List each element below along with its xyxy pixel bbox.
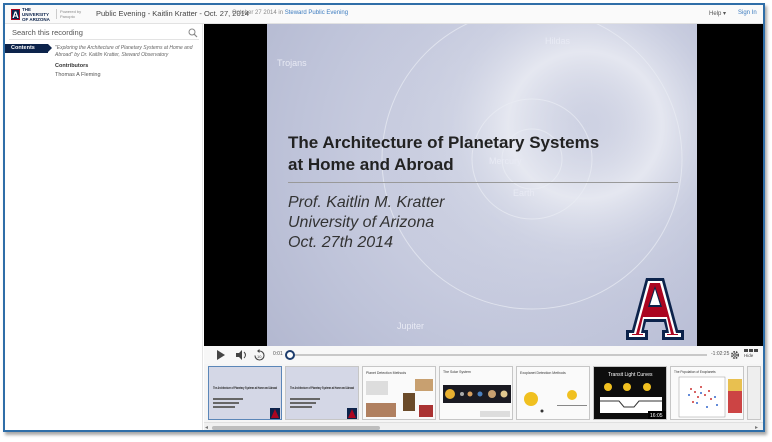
recording-date: October 27 2014 in Steward Public Evenin… xyxy=(232,10,348,16)
logo-text: THE UNIVERSITY OF ARIZONA xyxy=(22,7,50,22)
slide-date: Oct. 27th 2014 xyxy=(288,234,393,251)
play-icon[interactable] xyxy=(216,350,225,360)
slide-speaker: Prof. Kaitlin M. Kratter xyxy=(288,194,445,211)
arizona-a-icon: A xyxy=(11,9,20,20)
scroll-right-icon[interactable]: ▸ xyxy=(755,424,758,430)
time-remaining: -1:02:25 xyxy=(711,351,730,357)
thumb-7-title: The Population of Exoplanets xyxy=(674,370,716,374)
thumb-6-time: 16:05 xyxy=(650,413,663,419)
thumbnails-icon xyxy=(744,349,760,352)
thumbnail-1[interactable]: The Architecture of Planetary Systems at… xyxy=(208,366,282,420)
contributor-name: Thomas A Fleming xyxy=(55,72,101,78)
thumbnail-3[interactable]: Planet Detection Methods xyxy=(362,366,436,420)
recording-description: "Exploring the Architecture of Planetary… xyxy=(55,45,193,58)
thumb-2-title: The Architecture of Planetary Systems at… xyxy=(290,385,354,390)
video-player[interactable]: Hildas Trojans Mercury Jupiter Earth The… xyxy=(204,24,763,346)
scroll-left-icon[interactable]: ◂ xyxy=(205,424,208,430)
arizona-block-a-logo xyxy=(626,278,684,340)
seek-bar[interactable] xyxy=(292,354,707,356)
thumbnail-6[interactable]: Transit Light Curves 16:05 xyxy=(593,366,667,420)
university-logo[interactable]: A THE UNIVERSITY OF ARIZONA xyxy=(11,7,51,22)
thumbnail-5[interactable]: Exoplanet Detection Methods xyxy=(516,366,590,420)
thumb-5-title: Exoplanet Detection Methods xyxy=(520,371,566,375)
slide-title-line1: The Architecture of Planetary Systems xyxy=(288,133,600,152)
thumb-3-title: Planet Detection Methods xyxy=(366,371,406,375)
slide-title: The Architecture of Planetary Systems at… xyxy=(288,132,648,176)
svg-text:10: 10 xyxy=(257,354,262,359)
rewind-10-icon[interactable]: 10 xyxy=(254,349,265,361)
bg-label-jupiter: Jupiter xyxy=(397,321,424,331)
thumb-4-title: The Solar System xyxy=(443,370,471,374)
player-controls: 10 0:01 -1:02:25 Hide xyxy=(204,346,763,364)
folder-link[interactable]: Steward Public Evening xyxy=(285,10,348,16)
thumbnail-4[interactable]: The Solar System xyxy=(439,366,513,420)
thumbnail-8-partial[interactable] xyxy=(747,366,761,420)
slide-thumbnail-strip: The Architecture of Planetary Systems at… xyxy=(204,364,763,422)
thumbnail-7[interactable]: The Population of Exoplanets xyxy=(670,366,744,420)
recording-title: Public Evening - Kaitlin Kratter - Oct. … xyxy=(96,9,249,18)
search-icon[interactable] xyxy=(188,28,198,38)
tab-contents[interactable]: Contents xyxy=(5,44,52,53)
help-menu[interactable]: Help ▾ xyxy=(709,10,726,17)
slide-divider xyxy=(288,182,678,183)
volume-icon[interactable] xyxy=(236,350,247,360)
thumb-1-title: The Architecture of Planetary Systems at… xyxy=(213,385,277,390)
bg-label-trojans: Trojans xyxy=(277,58,307,68)
thumb-6-title: Transit Light Curves xyxy=(608,372,653,378)
bg-label-hildas: Hildas xyxy=(545,36,571,46)
thumbnail-2[interactable]: The Architecture of Planetary Systems at… xyxy=(285,366,359,420)
current-time: 0:01 xyxy=(273,351,283,357)
settings-gear-icon[interactable] xyxy=(730,350,740,360)
top-bar: A THE UNIVERSITY OF ARIZONA Powered by P… xyxy=(5,5,763,24)
scrollbar-thumb[interactable] xyxy=(212,426,380,430)
presentation-slide: Hildas Trojans Mercury Jupiter Earth The… xyxy=(267,24,697,346)
hide-label: Hide xyxy=(744,353,754,358)
app-window: A THE UNIVERSITY OF ARIZONA Powered by P… xyxy=(3,3,765,432)
sign-in-link[interactable]: Sign In xyxy=(738,10,757,16)
slide-title-line2: at Home and Abroad xyxy=(288,155,454,174)
hide-thumbnails-button[interactable]: Hide xyxy=(744,349,760,363)
thumbnail-scrollbar[interactable]: ◂ ▸ xyxy=(204,422,763,430)
slide-affiliation: University of Arizona xyxy=(288,214,435,231)
date-prefix: October 27 2014 in xyxy=(232,10,284,16)
search-box[interactable]: Search this recording xyxy=(9,27,199,40)
search-input[interactable]: Search this recording xyxy=(12,28,83,37)
sidebar: Search this recording Contents "Explorin… xyxy=(5,24,203,430)
powered-by-label: Powered by Panopto xyxy=(56,9,88,19)
bg-label-earth: Earth xyxy=(513,188,535,198)
seek-handle[interactable] xyxy=(285,350,295,360)
contributors-heading: Contributors xyxy=(55,63,89,69)
